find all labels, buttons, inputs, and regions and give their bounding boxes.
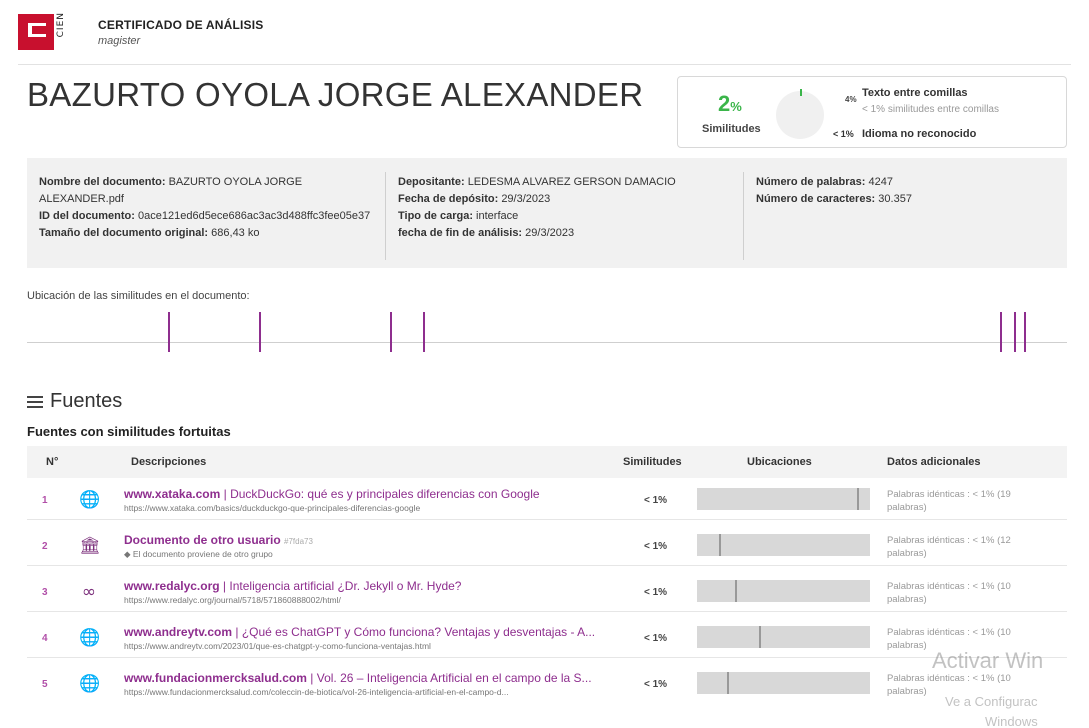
source-title[interactable]: www.fundacionmercksalud.com | Vol. 26 – …: [124, 671, 592, 685]
institution-icon: 🏛: [79, 536, 101, 556]
source-row[interactable]: 3 ∞ www.redalyc.org | Inteligencia artif…: [27, 574, 1067, 612]
report-subtitle: magister: [98, 34, 141, 47]
quoted-title: Texto entre comillas: [862, 87, 968, 99]
source-url[interactable]: https://www.xataka.com/basics/duckduckgo…: [124, 503, 420, 513]
compilatio-logo: CIEN: [18, 12, 68, 52]
similarity-location-track: [27, 342, 1067, 343]
info-column-counts: Número de palabras: 4247 Número de carac…: [756, 176, 912, 205]
activation-watermark: Activar Win: [932, 648, 1044, 673]
activation-watermark-sub: Ve a Configurac: [945, 694, 1038, 709]
info-column-document: Nombre del documento: BAZURTO OYOLA JORG…: [39, 176, 371, 239]
source-title[interactable]: www.redalyc.org | Inteligencia artificia…: [124, 579, 461, 593]
column-header-additional-data: Datos adicionales: [887, 456, 981, 468]
similarity-location-mark[interactable]: [423, 312, 425, 352]
divider: [18, 64, 1071, 65]
globe-icon: 🌐: [79, 674, 101, 694]
source-similarity: < 1%: [644, 633, 668, 644]
sources-heading: Fuentes: [27, 390, 122, 413]
document-author: BAZURTO OYOLA JORGE ALEXANDER: [27, 76, 644, 113]
activation-watermark-sub2: Windows: [985, 714, 1038, 728]
source-number: 5: [42, 679, 48, 690]
source-additional-data: Palabras idénticas : < 1% (12 palabras): [887, 535, 1011, 559]
language-percent: < 1%: [833, 129, 854, 139]
source-additional-data: Palabras idénticas : < 1% (19 palabras): [887, 489, 1011, 513]
source-number: 1: [42, 495, 48, 506]
quoted-percent: 4%: [845, 95, 857, 104]
source-similarity: < 1%: [644, 679, 668, 690]
similarity-donut-tick: [800, 89, 802, 96]
source-location-bar: [697, 672, 870, 694]
bookmark-icon: ◆: [124, 549, 133, 559]
source-url[interactable]: https://www.redalyc.org/journal/5718/571…: [124, 595, 341, 605]
source-title[interactable]: Documento de otro usuario #7fda73: [124, 533, 313, 547]
source-number: 4: [42, 633, 48, 644]
document-info-panel: Nombre del documento: BAZURTO OYOLA JORG…: [27, 158, 1067, 268]
info-column-deposit: Depositante: LEDESMA ALVAREZ GERSON DAMA…: [398, 176, 676, 239]
source-location-bar: [697, 580, 870, 602]
source-similarity: < 1%: [644, 541, 668, 552]
similarity-location-mark[interactable]: [1024, 312, 1026, 352]
column-header-locations: Ubicaciones: [747, 456, 812, 468]
globe-icon: 🌐: [79, 628, 101, 648]
source-title[interactable]: www.andreytv.com | ¿Qué es ChatGPT y Cóm…: [124, 625, 595, 639]
source-title[interactable]: www.xataka.com | DuckDuckGo: qué es y pr…: [124, 487, 540, 501]
similarity-location-mark[interactable]: [390, 312, 392, 352]
source-number: 3: [42, 587, 48, 598]
similarity-donut-chart: [776, 91, 824, 139]
source-row[interactable]: 4 🌐 www.andreytv.com | ¿Qué es ChatGPT y…: [27, 620, 1067, 658]
column-header-descriptions: Descripciones: [131, 456, 207, 468]
similarity-summary: 2% Similitudes 4% Texto entre comillas <…: [677, 76, 1067, 148]
sources-table-header: N° Descripciones Similitudes Ubicaciones…: [27, 446, 1067, 478]
similarity-percent: 2%: [718, 91, 742, 116]
link-icon: ∞: [81, 582, 97, 602]
source-location-bar: [697, 534, 870, 556]
source-similarity: < 1%: [644, 587, 668, 598]
globe-icon: 🌐: [79, 490, 101, 510]
report-title: CERTIFICADO DE ANÁLISIS: [98, 17, 264, 32]
similarity-location-label: Ubicación de las similitudes en el docum…: [27, 290, 250, 302]
header: CIEN CERTIFICADO DE ANÁLISIS magister: [18, 8, 264, 56]
column-header-similarities: Similitudes: [623, 456, 682, 468]
source-row[interactable]: 2 🏛 Documento de otro usuario #7fda73 ◆ …: [27, 528, 1067, 566]
similarity-location-mark[interactable]: [168, 312, 170, 352]
source-url[interactable]: https://www.fundacionmercksalud.com/cole…: [124, 687, 509, 697]
source-url: ◆ El documento proviene de otro grupo: [124, 549, 273, 559]
source-number: 2: [42, 541, 48, 552]
source-row[interactable]: 1 🌐 www.xataka.com | DuckDuckGo: qué es …: [27, 482, 1067, 520]
similarity-label: Similitudes: [702, 123, 761, 135]
similarity-location-mark[interactable]: [1000, 312, 1002, 352]
source-location-bar: [697, 626, 870, 648]
source-location-bar: [697, 488, 870, 510]
list-icon: [27, 395, 43, 408]
source-url[interactable]: https://www.andreytv.com/2023/01/que-es-…: [124, 641, 431, 651]
similarity-location-mark[interactable]: [259, 312, 261, 352]
language-title: Idioma no reconocido: [862, 128, 977, 140]
source-row[interactable]: 5 🌐 www.fundacionmercksalud.com | Vol. 2…: [27, 666, 1067, 704]
quoted-subtitle: < 1% similitudes entre comillas: [862, 104, 999, 115]
similarity-location-mark[interactable]: [1014, 312, 1016, 352]
column-header-number: N°: [46, 456, 59, 468]
source-additional-data: Palabras idénticas : < 1% (10 palabras): [887, 581, 1011, 605]
source-similarity: < 1%: [644, 495, 668, 506]
sources-subheading: Fuentes con similitudes fortuitas: [27, 424, 231, 439]
